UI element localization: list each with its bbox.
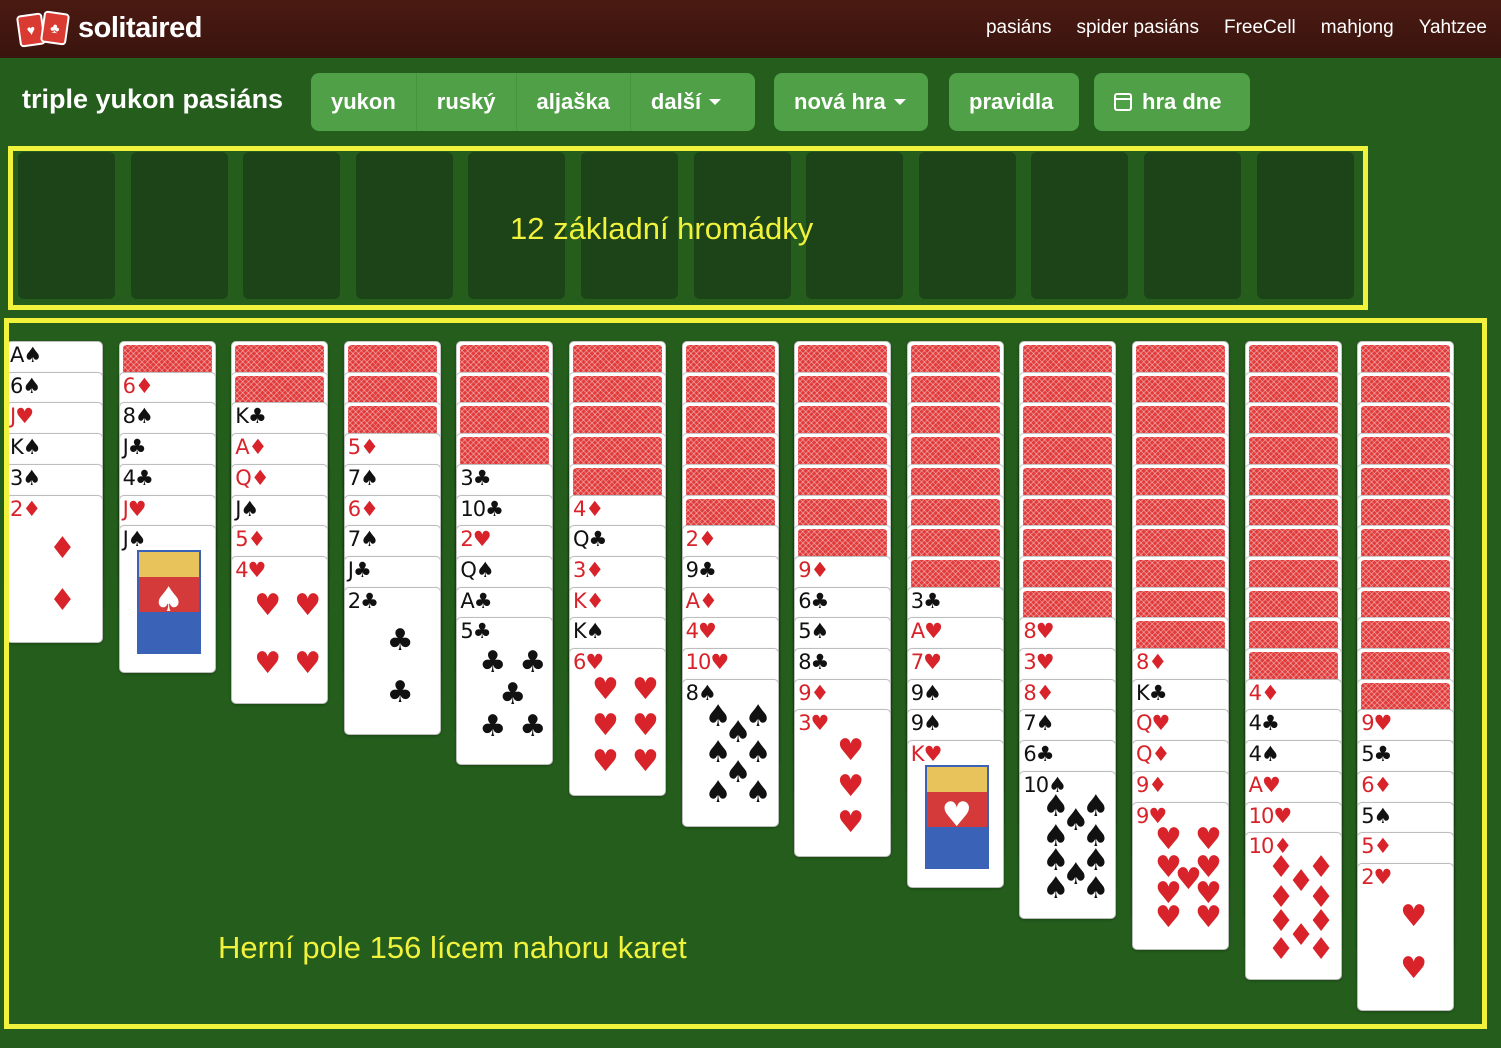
new-game-button[interactable]: nová hra — [774, 73, 928, 131]
nav-link-mahjong[interactable]: mahjong — [1321, 17, 1394, 39]
more-variants-button[interactable]: další — [631, 73, 741, 131]
foundation-annotation: 12 základní hromádky — [510, 211, 814, 246]
tableau-highlight-box — [4, 318, 1487, 1029]
new-game-label: nová hra — [794, 89, 886, 114]
nav-link-yahtzee[interactable]: Yahtzee — [1419, 17, 1487, 39]
logo[interactable]: ♥ ♣ solitaired — [15, 10, 202, 48]
daily-game-inner: hra dne — [1094, 73, 1241, 131]
logo-club-card-icon: ♣ — [39, 10, 71, 46]
nav-link-freecell[interactable]: FreeCell — [1224, 17, 1296, 39]
more-variants-label: další — [650, 89, 702, 114]
game-title: triple yukon pasiáns — [22, 84, 284, 114]
calendar-icon — [1114, 93, 1132, 111]
variant-button-group: yukon ruský aljaška další — [311, 73, 755, 131]
logo-cards-icon: ♥ ♣ — [15, 10, 72, 48]
rules-label: pravidla — [969, 89, 1054, 114]
top-bar: ♥ ♣ solitaired pasiáns spider pasiáns Fr… — [0, 0, 1501, 58]
daily-game-label: hra dne — [1142, 89, 1222, 114]
caret-down-icon — [893, 99, 906, 105]
nav-link-spider[interactable]: spider pasiáns — [1076, 17, 1199, 39]
tableau-annotation: Herní pole 156 lícem nahoru karet — [218, 930, 687, 965]
new-game-inner: nová hra — [774, 73, 926, 131]
rules-button[interactable]: pravidla — [949, 73, 1079, 131]
caret-down-icon — [709, 99, 722, 105]
nav-link-solitaire[interactable]: pasiáns — [986, 17, 1052, 39]
variant-yukon-button[interactable]: yukon — [311, 73, 417, 131]
daily-game-button[interactable]: hra dne — [1094, 73, 1250, 131]
top-nav: pasiáns spider pasiáns FreeCell mahjong … — [986, 17, 1487, 39]
logo-text: solitaired — [78, 11, 202, 44]
variant-russian-button[interactable]: ruský — [417, 73, 517, 131]
variant-alaska-button[interactable]: aljaška — [517, 73, 631, 131]
